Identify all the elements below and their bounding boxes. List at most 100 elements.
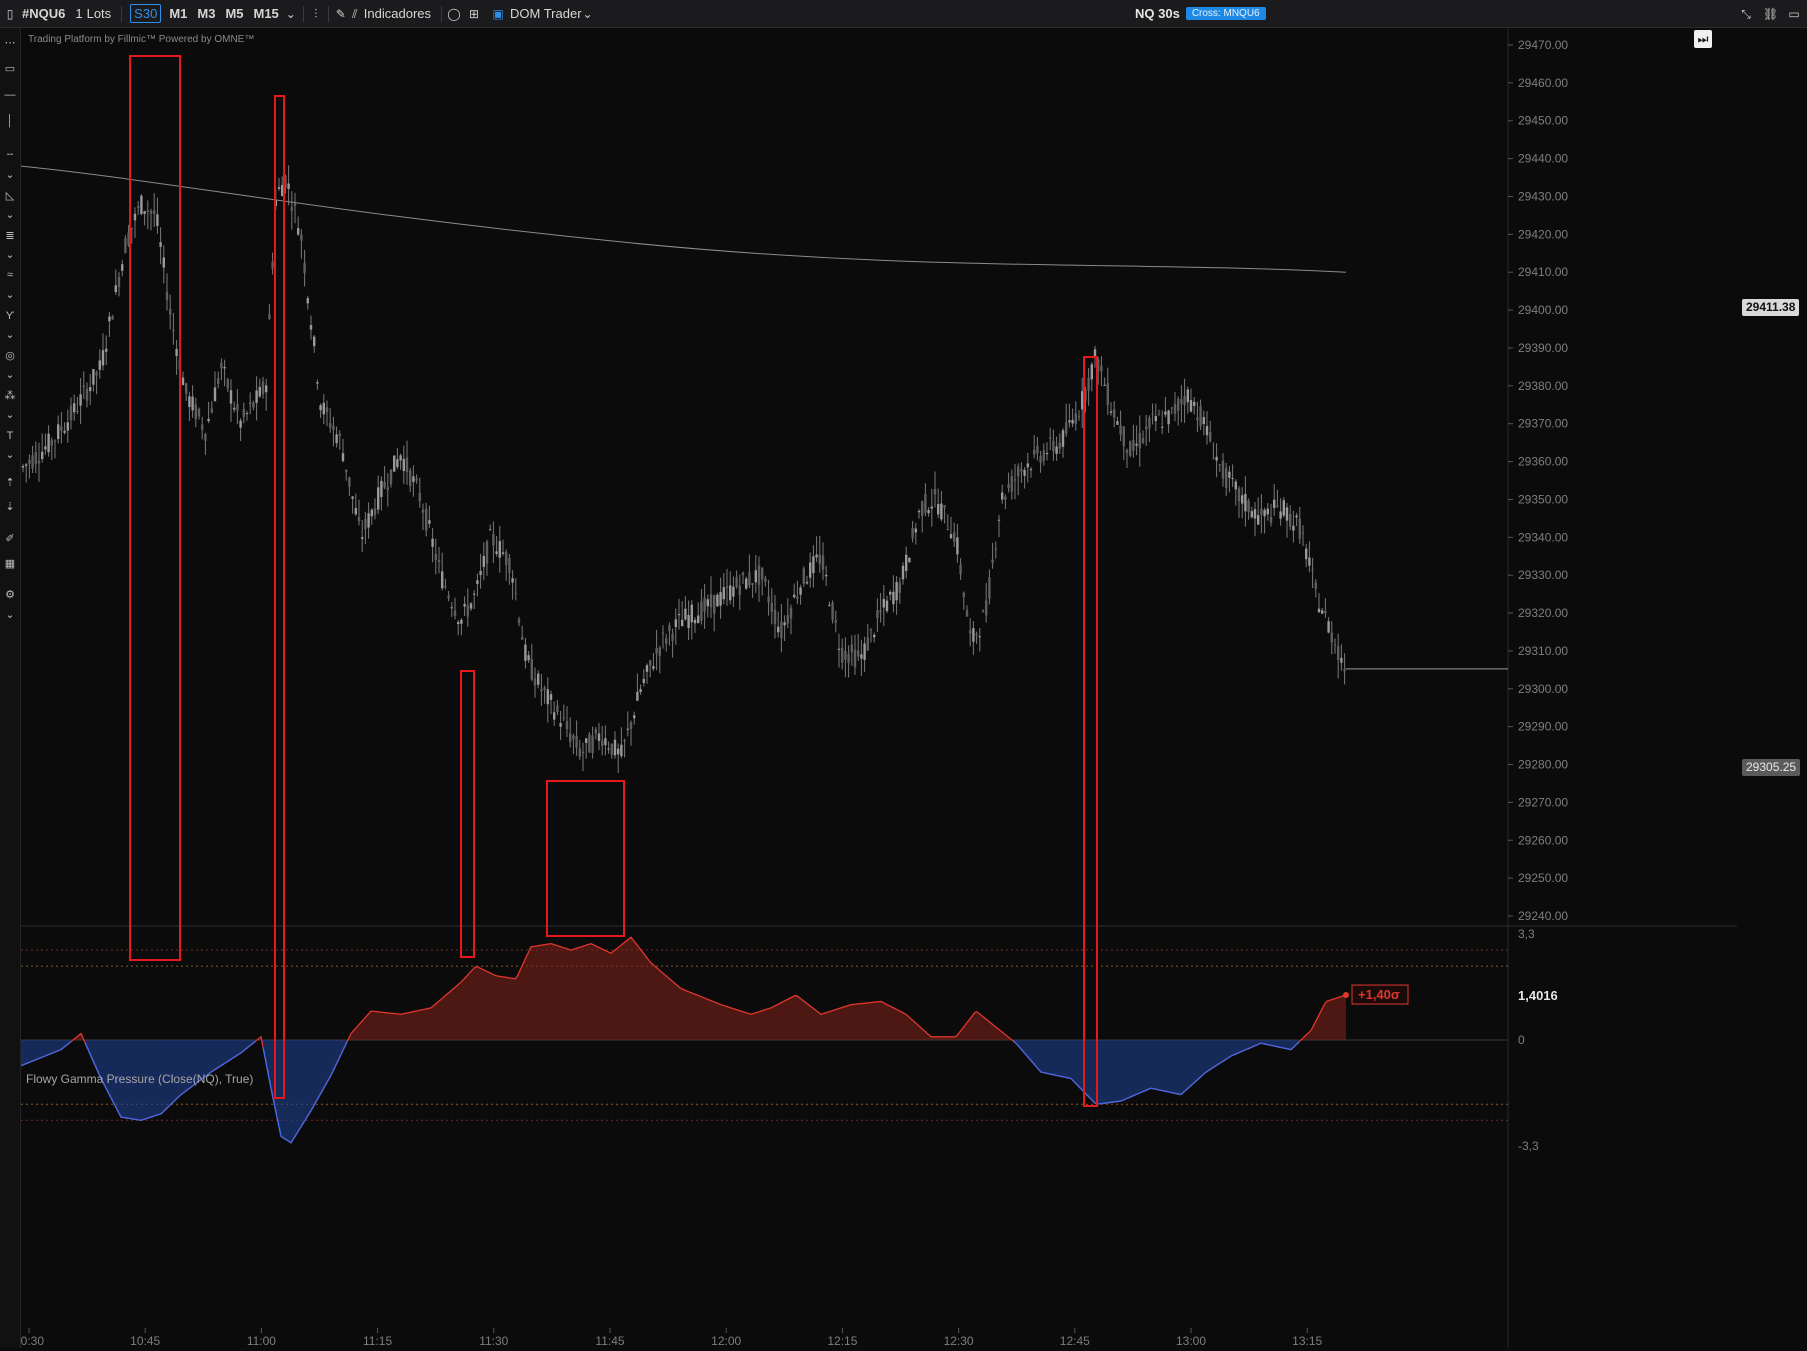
grid-icon[interactable]: ▦ xyxy=(2,557,18,571)
settings-icon[interactable]: ⚙ xyxy=(2,588,18,602)
chart-area[interactable]: 29470.0029460.0029450.0029440.0029430.00… xyxy=(21,28,1737,1348)
chevron-down-icon[interactable]: ⌄ xyxy=(2,248,18,262)
timeframe-s30[interactable]: S30 xyxy=(130,4,161,23)
dock-icon[interactable]: ▭ xyxy=(1787,7,1801,21)
chevron-down-icon[interactable]: ⌄ xyxy=(2,368,18,382)
triangle-icon[interactable]: ◺ xyxy=(2,189,18,203)
link-icon[interactable]: ⛓ xyxy=(1763,7,1777,21)
candle-body xyxy=(774,610,776,624)
time-label: 12:45 xyxy=(1060,1334,1090,1348)
candle-body xyxy=(1075,414,1077,424)
panel-toggle-icon[interactable]: ▯ xyxy=(3,7,17,21)
price-label: 29360.00 xyxy=(1518,455,1568,469)
curve-icon[interactable]: ϒ xyxy=(2,309,18,323)
timeframe-m15[interactable]: M15 xyxy=(249,0,284,27)
gamma-pressure-line-negative xyxy=(1249,1047,1251,1048)
chart-canvas[interactable]: 29470.0029460.0029450.0029440.0029430.00… xyxy=(21,28,1737,1348)
candle-body xyxy=(1308,558,1310,566)
chart-type-icon[interactable]: ⫶ xyxy=(309,7,323,21)
candle-body xyxy=(547,689,549,704)
text-icon[interactable]: T xyxy=(2,429,18,443)
candle-body xyxy=(835,620,837,622)
ray-icon[interactable]: ╌ xyxy=(2,148,18,162)
chevron-down-icon[interactable]: ⌄ xyxy=(2,608,18,622)
timeframe-m1[interactable]: M1 xyxy=(164,0,192,27)
pattern-icon[interactable]: ≈ xyxy=(2,268,18,282)
short-position-icon[interactable]: ⇣ xyxy=(2,500,18,514)
jump-to-end-button[interactable]: ⏭ xyxy=(1694,30,1712,48)
candle-body xyxy=(364,519,366,529)
candle-body xyxy=(982,611,984,612)
chevron-down-icon[interactable]: ⌄ xyxy=(2,168,18,182)
alert-icon[interactable]: ◯ xyxy=(447,7,461,21)
candle-body xyxy=(252,402,254,407)
chevron-down-icon[interactable]: ⌄ xyxy=(581,7,595,21)
highlight-box xyxy=(547,781,624,936)
candle-body xyxy=(604,738,606,745)
long-position-icon[interactable]: ⇡ xyxy=(2,476,18,490)
candle-body xyxy=(979,636,981,637)
candle-body xyxy=(937,504,939,514)
candle-body xyxy=(873,635,875,637)
rectangle-icon[interactable]: ▭ xyxy=(2,62,18,76)
dom-icon[interactable]: ▣ xyxy=(491,7,505,21)
candle-body xyxy=(1071,420,1073,423)
chevron-down-icon[interactable]: ⌄ xyxy=(2,288,18,302)
candle-body xyxy=(1305,549,1307,560)
collapse-icon[interactable]: ⤡ xyxy=(1739,7,1753,21)
chevron-down-icon[interactable]: ⌄ xyxy=(284,7,298,21)
layout-icon[interactable]: ⊞ xyxy=(467,7,481,21)
candle-body xyxy=(1116,421,1118,425)
symbol-selector[interactable]: #NQU6 xyxy=(17,0,70,27)
indicators-icon[interactable]: ⫽ xyxy=(348,7,362,21)
candle-body xyxy=(899,582,901,592)
candle-body xyxy=(617,749,619,755)
candle-body xyxy=(188,396,190,407)
candle-body xyxy=(380,481,382,497)
candle-body xyxy=(1321,610,1323,613)
candle-body xyxy=(278,187,280,189)
candle-body xyxy=(169,309,171,315)
dots-icon[interactable]: ⋯ xyxy=(2,36,18,50)
candle-body xyxy=(1295,516,1297,518)
candle-body xyxy=(1155,416,1157,421)
horizontal-line-icon[interactable]: — xyxy=(2,88,18,102)
price-label: 29420.00 xyxy=(1518,227,1568,241)
candle-body xyxy=(697,616,699,623)
cross-badge[interactable]: Cross: MNQU6 xyxy=(1186,7,1266,20)
candle-body xyxy=(1283,500,1285,515)
gamma-pressure-line-negative xyxy=(29,1062,31,1063)
vertical-line-icon[interactable]: │ xyxy=(2,114,18,128)
timeframe-m5[interactable]: M5 xyxy=(220,0,248,27)
candle-body xyxy=(1270,517,1272,523)
gamma-pressure-line-negative xyxy=(21,1065,23,1066)
target-icon[interactable]: ◎ xyxy=(2,349,18,363)
candle-body xyxy=(1158,415,1160,416)
chevron-down-icon[interactable]: ⌄ xyxy=(2,448,18,462)
lots-value[interactable]: 1 xyxy=(70,0,84,27)
timeframe-m3[interactable]: M3 xyxy=(192,0,220,27)
fib-icon[interactable]: ≣ xyxy=(2,229,18,243)
shapes-icon[interactable]: ⁂ xyxy=(2,389,18,403)
gamma-pressure-line-negative xyxy=(1139,1092,1141,1093)
chevron-down-icon[interactable]: ⌄ xyxy=(2,408,18,422)
candle-body xyxy=(921,502,923,516)
price-label: 29390.00 xyxy=(1518,341,1568,355)
candle-body xyxy=(1033,450,1035,455)
indicators-button[interactable]: Indicadores xyxy=(362,0,436,27)
candle-body xyxy=(1331,633,1333,643)
candle-body xyxy=(620,745,622,756)
candle-body xyxy=(771,603,773,612)
dom-trader-button[interactable]: DOM Trader xyxy=(505,0,587,27)
candle-body xyxy=(335,434,337,443)
platform-watermark: Trading Platform by Fillmic™ Powered by … xyxy=(28,34,254,45)
pencil-icon[interactable]: ✎ xyxy=(334,7,348,21)
candle-body xyxy=(297,228,299,235)
brush-icon[interactable]: ✐ xyxy=(2,532,18,546)
candle-body xyxy=(492,534,494,546)
candle-body xyxy=(751,583,753,585)
chevron-down-icon[interactable]: ⌄ xyxy=(2,328,18,342)
candle-body xyxy=(483,556,485,567)
candle-body xyxy=(879,610,881,612)
chevron-down-icon[interactable]: ⌄ xyxy=(2,208,18,222)
